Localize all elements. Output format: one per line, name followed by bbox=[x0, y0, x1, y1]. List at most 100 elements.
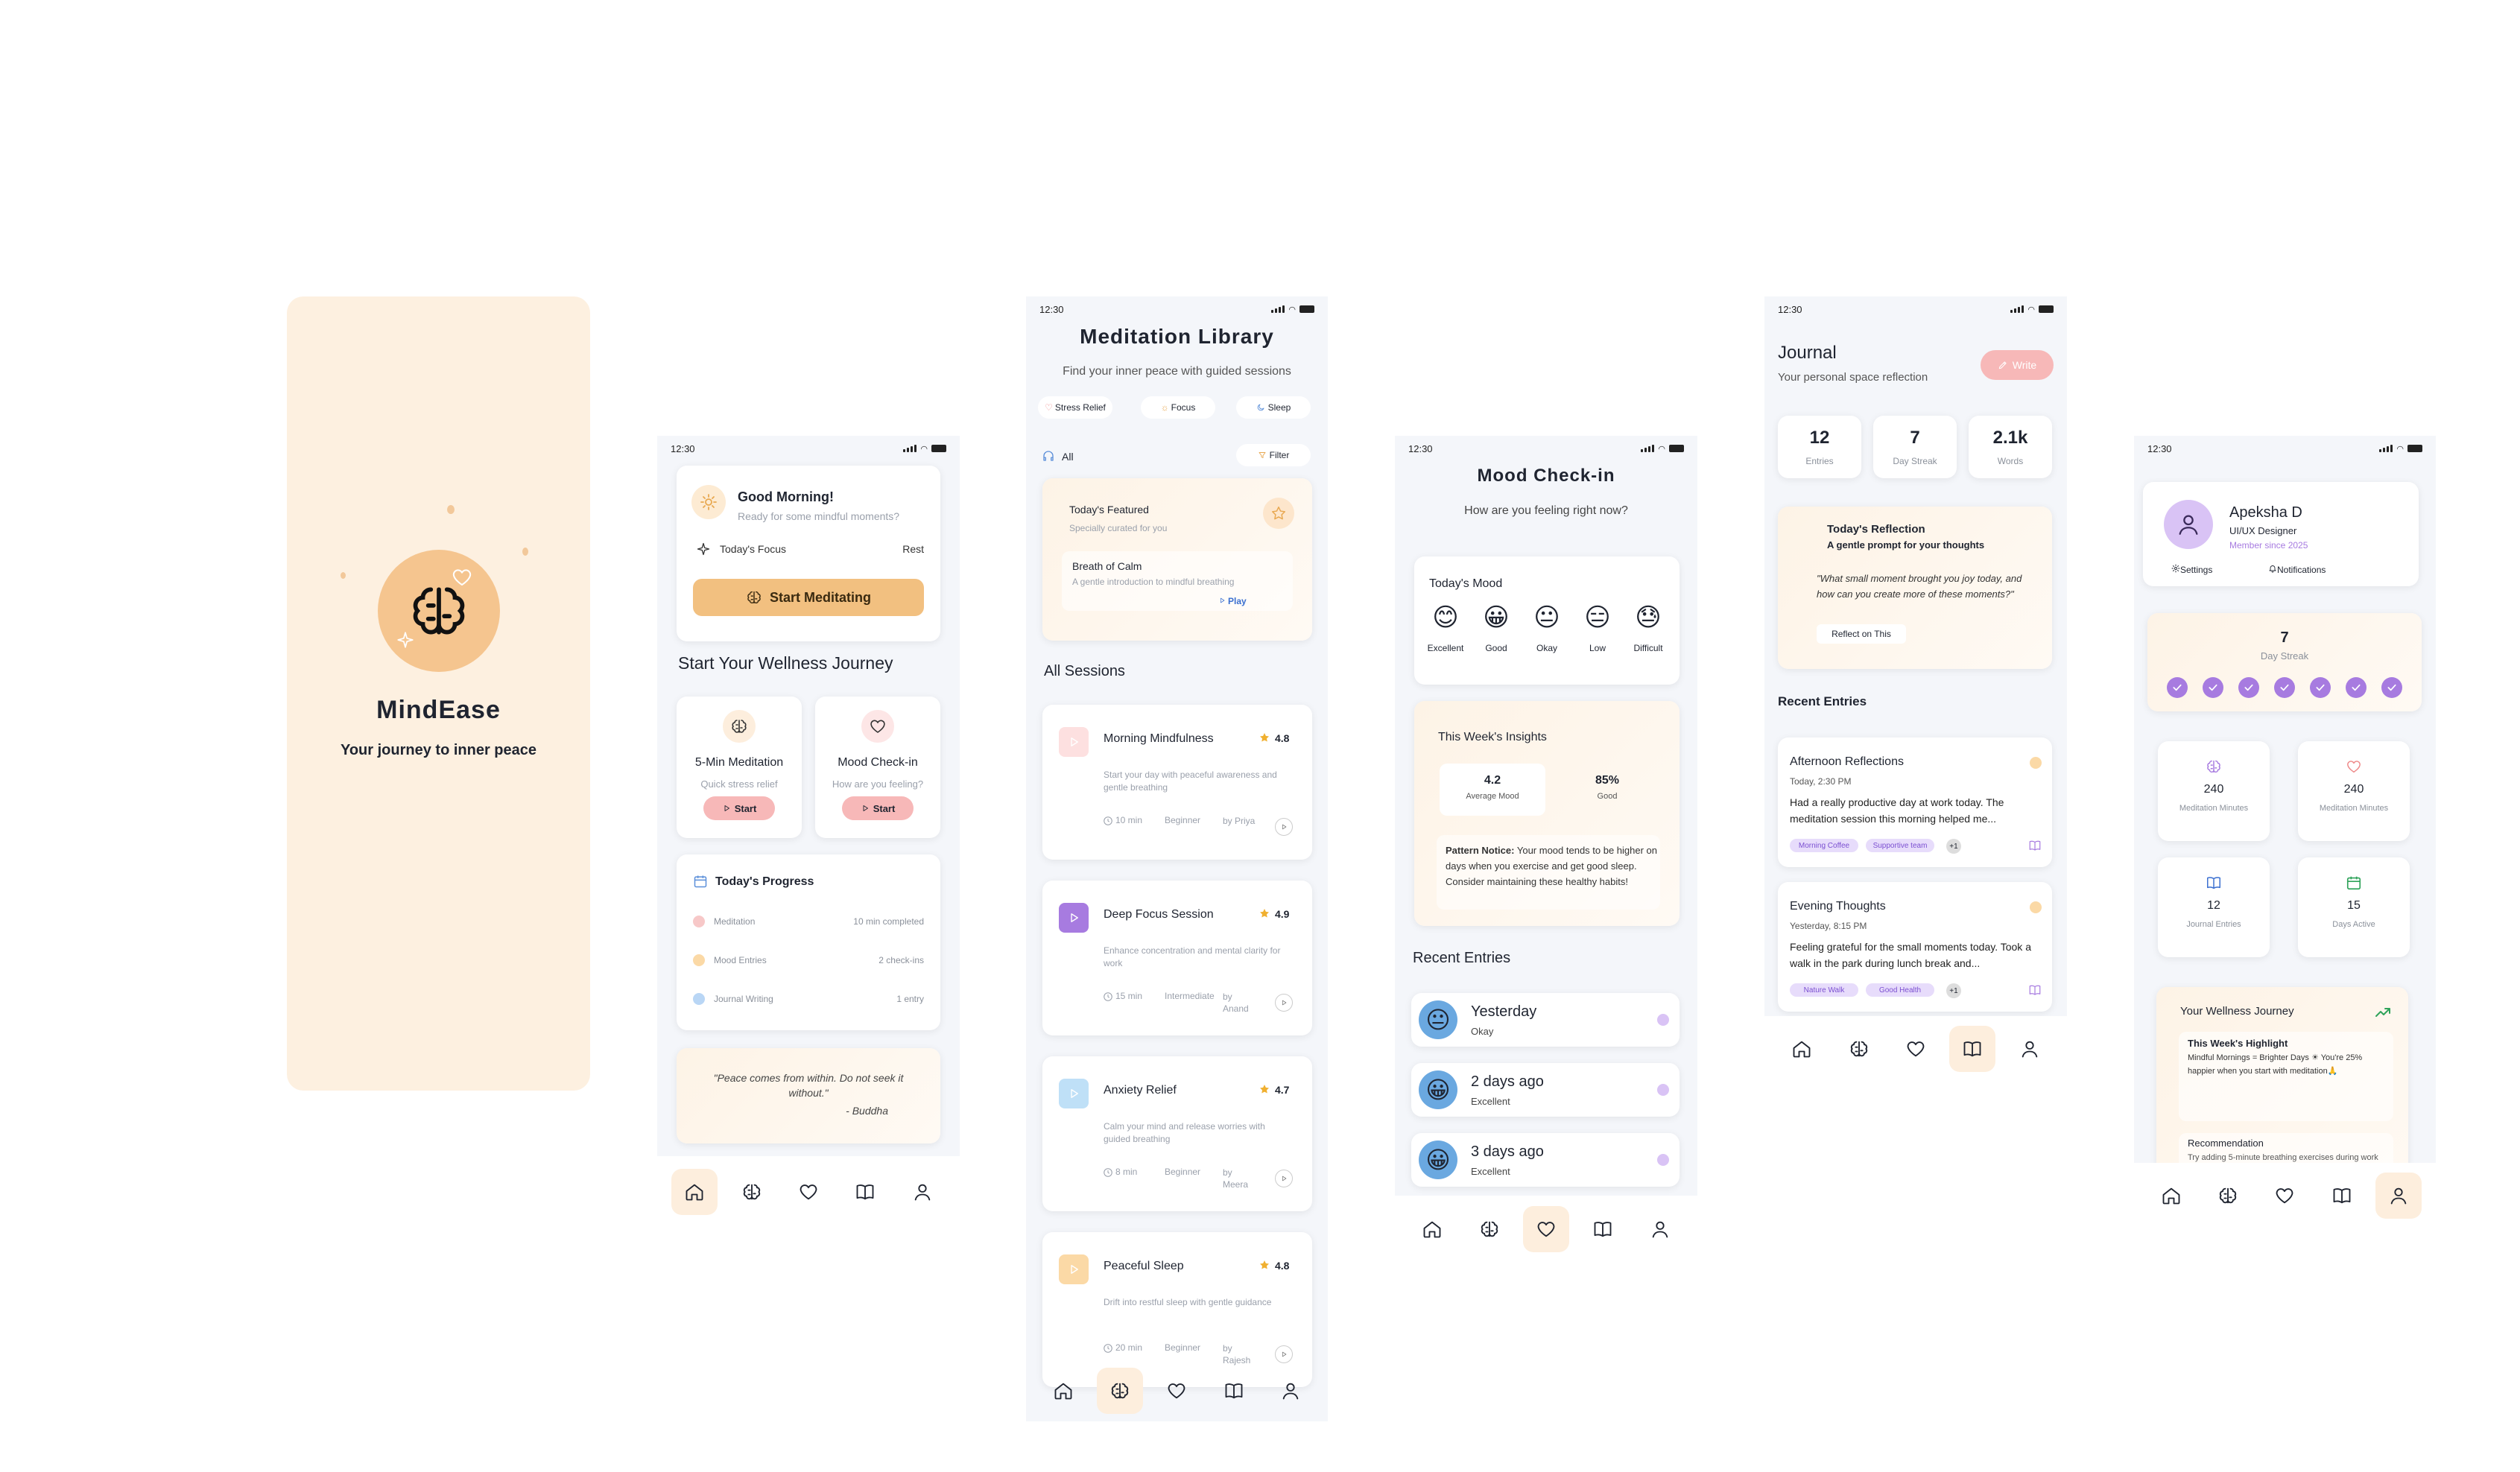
star-icon bbox=[1259, 907, 1270, 919]
nav-mood-icon[interactable] bbox=[1153, 1368, 1200, 1414]
all-label[interactable]: All bbox=[1062, 451, 1074, 463]
play-icon[interactable] bbox=[1059, 727, 1089, 757]
nav-meditate-icon[interactable] bbox=[2205, 1173, 2251, 1219]
play-button-icon[interactable] bbox=[1275, 818, 1293, 836]
greeting-title: Good Morning! bbox=[738, 489, 834, 504]
entry-mood-dot bbox=[2030, 757, 2042, 769]
good-stat: 85% Good bbox=[1559, 764, 1656, 816]
progress-card: Today's Progress Meditation 10 min compl… bbox=[677, 854, 940, 1030]
entry-tag[interactable]: Morning Coffee bbox=[1790, 839, 1858, 852]
nav-home-icon[interactable] bbox=[1779, 1026, 1825, 1072]
nav-mood-icon[interactable] bbox=[2261, 1173, 2308, 1219]
sessions-title: All Sessions bbox=[1044, 663, 1125, 679]
start-button[interactable]: Start bbox=[842, 796, 914, 820]
entry-tag[interactable]: Supportive team bbox=[1866, 839, 1934, 852]
nav-home-icon[interactable] bbox=[1409, 1206, 1455, 1252]
play-icon[interactable] bbox=[1059, 1254, 1089, 1284]
mood-entry[interactable]: 😀 2 days ago Excellent bbox=[1411, 1063, 1680, 1117]
mood-card[interactable]: Mood Check-in How are you feeling? Start bbox=[815, 697, 940, 838]
stat-label: Entries bbox=[1805, 456, 1834, 466]
session-title: Morning Mindfulness bbox=[1104, 732, 1214, 745]
nav-journal-icon[interactable] bbox=[1949, 1026, 1996, 1072]
mood-emoji: 😓 bbox=[1635, 603, 1662, 632]
stat-value: 4.2 bbox=[1484, 774, 1501, 787]
play-button[interactable]: Play bbox=[1218, 596, 1247, 606]
meditation-card[interactable]: 5-Min Meditation Quick stress relief Sta… bbox=[677, 697, 802, 838]
session-duration: 10 min bbox=[1115, 815, 1143, 825]
stat-streak: 7 Day Streak bbox=[1873, 416, 1957, 478]
nav-meditate-icon[interactable] bbox=[1466, 1206, 1513, 1252]
nav-profile-icon[interactable] bbox=[899, 1169, 946, 1215]
card-title: Mood Check-in bbox=[838, 756, 918, 769]
play-icon[interactable] bbox=[1059, 1079, 1089, 1108]
nav-meditate-icon[interactable] bbox=[729, 1169, 775, 1215]
mood-option[interactable]: 😓 Difficult bbox=[1623, 601, 1674, 668]
mood-option[interactable]: 😀 Good bbox=[1471, 601, 1522, 668]
chip-focus[interactable]: ☼ Focus bbox=[1141, 396, 1215, 419]
play-icon[interactable] bbox=[1059, 903, 1089, 933]
journal-screen: 12:30 ◠ Journal Your personal space refle… bbox=[1764, 296, 2067, 1082]
wifi-icon: ◠ bbox=[2027, 305, 2035, 314]
write-button[interactable]: Write bbox=[1981, 350, 2054, 380]
reflection-card: Today's Reflection A gentle prompt for y… bbox=[1778, 507, 2052, 669]
chip-stress-relief[interactable]: ♡ Stress Relief bbox=[1038, 396, 1112, 419]
session-card[interactable]: Deep Focus Session 4.9 Enhance concentrati… bbox=[1042, 881, 1312, 1035]
settings-link[interactable]: Settings bbox=[2171, 564, 2212, 575]
nav-profile-icon[interactable] bbox=[2007, 1026, 2053, 1072]
chip-sleep[interactable]: Sleep bbox=[1236, 396, 1311, 419]
entry-tag[interactable]: Nature Walk bbox=[1790, 983, 1858, 997]
insights-title: This Week's Insights bbox=[1438, 731, 1547, 743]
nav-mood-icon[interactable] bbox=[785, 1169, 832, 1215]
session-card[interactable]: Anxiety Relief 4.7 Calm your mind and rele… bbox=[1042, 1056, 1312, 1211]
profile-role: UI/UX Designer bbox=[2229, 525, 2297, 536]
streak-check-icon bbox=[2167, 677, 2188, 698]
progress-label: Mood Entries bbox=[714, 955, 767, 965]
notifications-link[interactable]: Notifications bbox=[2268, 564, 2326, 575]
start-meditating-button[interactable]: Start Meditating bbox=[693, 579, 924, 616]
start-button[interactable]: Start bbox=[703, 796, 775, 820]
session-level: Beginner bbox=[1165, 1167, 1201, 1177]
play-button-icon[interactable] bbox=[1275, 994, 1293, 1012]
stat-card: 15 Days Active bbox=[2298, 857, 2410, 957]
clock-icon bbox=[1102, 815, 1114, 827]
entry-mood: Excellent bbox=[1471, 1096, 1510, 1107]
star-icon[interactable] bbox=[1263, 498, 1294, 529]
mood-emoji: 😐 bbox=[1419, 1000, 1457, 1039]
mood-entry[interactable]: 😐 Yesterday Okay bbox=[1411, 993, 1680, 1047]
nav-home-icon[interactable] bbox=[2148, 1173, 2194, 1219]
nav-profile-icon[interactable] bbox=[1637, 1206, 1683, 1252]
filter-button[interactable]: Filter bbox=[1236, 444, 1311, 466]
bell-icon bbox=[2268, 564, 2277, 573]
home-screen: 12:30 ◠ Good Morning! Ready for some mind… bbox=[657, 436, 960, 1228]
play-icon bbox=[722, 804, 731, 813]
nav-home-icon[interactable] bbox=[671, 1169, 718, 1215]
nav-home-icon[interactable] bbox=[1040, 1368, 1086, 1414]
mood-option[interactable]: 😊 Excellent bbox=[1420, 601, 1471, 668]
session-duration: 15 min bbox=[1115, 991, 1143, 1001]
nav-mood-icon[interactable] bbox=[1522, 1206, 1569, 1252]
nav-journal-icon[interactable] bbox=[1580, 1206, 1626, 1252]
session-desc: Start your day with peaceful awareness a… bbox=[1104, 770, 1277, 793]
featured-card[interactable]: Today's Featured Specially curated for y… bbox=[1042, 478, 1312, 641]
user-icon bbox=[2176, 512, 2201, 537]
nav-meditate-icon[interactable] bbox=[1836, 1026, 1882, 1072]
journal-entry[interactable]: Afternoon Reflections Today, 2:30 PM Had a… bbox=[1778, 737, 2052, 867]
nav-profile-icon[interactable] bbox=[1267, 1368, 1314, 1414]
mood-option[interactable]: 😑 Low bbox=[1572, 601, 1623, 668]
nav-profile-icon[interactable] bbox=[2375, 1172, 2422, 1219]
nav-mood-icon[interactable] bbox=[1893, 1026, 1939, 1072]
session-card[interactable]: Morning Mindfulness 4.8 Start your day wit… bbox=[1042, 705, 1312, 860]
mood-entry[interactable]: 😀 3 days ago Excellent bbox=[1411, 1133, 1680, 1187]
nav-journal-icon[interactable] bbox=[1211, 1368, 1257, 1414]
play-button-icon[interactable] bbox=[1275, 1170, 1293, 1187]
journal-entry[interactable]: Evening Thoughts Yesterday, 8:15 PM Feelin… bbox=[1778, 882, 2052, 1012]
entry-tag[interactable]: Good Health bbox=[1866, 983, 1934, 997]
nav-journal-icon[interactable] bbox=[2319, 1173, 2365, 1219]
splash-screen: MindEase Your journey to inner peace bbox=[287, 296, 590, 1091]
nav-meditate-icon[interactable] bbox=[1097, 1368, 1144, 1414]
reflect-button[interactable]: Reflect on This bbox=[1817, 624, 1906, 644]
mood-option[interactable]: 😐 Okay bbox=[1522, 601, 1572, 668]
nav-journal-icon[interactable] bbox=[842, 1169, 888, 1215]
highlight-text: Mindful Mornings = Brighter Days ☀ You'r… bbox=[2188, 1053, 2363, 1076]
streak-value: 7 bbox=[2280, 629, 2289, 646]
